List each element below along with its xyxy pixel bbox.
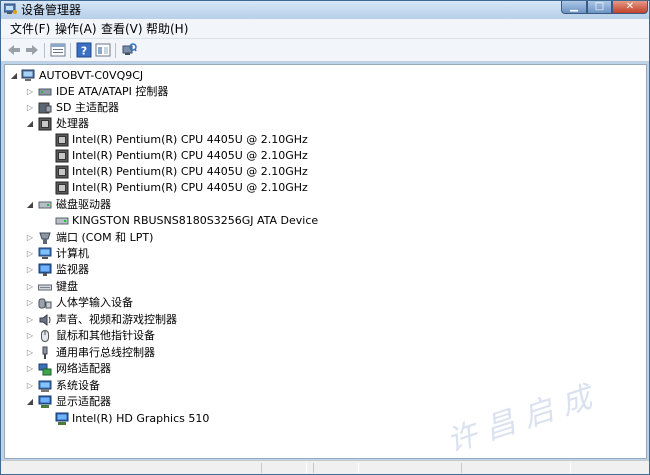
tree-device-label: Intel(R) Pentium(R) CPU 4405U @ 2.10GHz xyxy=(72,133,308,146)
title-bar[interactable]: 设备管理器 ▁ □ ✕ xyxy=(1,1,649,19)
tree-device-label: Intel(R) HD Graphics 510 xyxy=(72,412,210,425)
tree-device-label: Intel(R) Pentium(R) CPU 4405U @ 2.10GHz xyxy=(72,149,308,162)
tree-category-label: 系统设备 xyxy=(56,379,100,392)
tree-root-label: AUTOBVT-C0VQ9CJ xyxy=(39,69,144,82)
collapsed-arrow-icon[interactable]: ▷ xyxy=(25,84,35,100)
processor-icon xyxy=(55,133,69,147)
expanded-arrow-icon[interactable]: ◢ xyxy=(25,197,35,213)
processor-icon xyxy=(38,117,52,131)
menu-view[interactable]: 查看(V) xyxy=(101,22,143,36)
system-device-icon xyxy=(38,380,52,392)
properties-icon[interactable] xyxy=(50,42,66,58)
forward-arrow-icon[interactable] xyxy=(24,42,40,58)
collapsed-arrow-icon[interactable]: ▷ xyxy=(25,295,35,311)
network-adapter-icon xyxy=(38,363,52,376)
processor-icon xyxy=(55,165,69,179)
menu-file[interactable]: 文件(F) xyxy=(10,22,50,36)
collapsed-arrow-icon[interactable]: ▷ xyxy=(25,378,35,394)
tree-category-label: 网络适配器 xyxy=(56,362,111,375)
ide-controller-icon xyxy=(38,88,52,96)
computer-icon xyxy=(38,247,52,259)
scan-hardware-icon[interactable] xyxy=(121,42,137,58)
tree-category-label: 人体学输入设备 xyxy=(56,296,133,309)
collapsed-arrow-icon[interactable]: ▷ xyxy=(25,345,35,361)
display-adapter-icon xyxy=(55,412,69,425)
menu-help[interactable]: 帮助(H) xyxy=(146,22,188,36)
processor-icon xyxy=(55,181,69,195)
status-panel xyxy=(461,463,571,473)
tree-category-label: 端口 (COM 和 LPT) xyxy=(56,231,154,244)
expanded-arrow-icon[interactable]: ◢ xyxy=(25,394,35,410)
tree-category-label: 声音、视频和游戏控制器 xyxy=(56,313,177,326)
collapsed-arrow-icon[interactable]: ▷ xyxy=(25,262,35,278)
keyboard-icon xyxy=(38,284,52,291)
monitor-icon xyxy=(38,263,52,276)
device-manager-app-icon xyxy=(4,3,17,14)
tree-category-label: 显示适配器 xyxy=(56,395,111,408)
collapsed-arrow-icon[interactable]: ▷ xyxy=(25,361,35,377)
collapsed-arrow-icon[interactable]: ▷ xyxy=(25,279,35,295)
tree-category-label: 键盘 xyxy=(56,280,78,293)
processor-icon xyxy=(55,149,69,163)
tree-category-label: 监视器 xyxy=(56,263,89,276)
toolbar-separator xyxy=(70,43,71,58)
collapsed-arrow-icon[interactable]: ▷ xyxy=(25,312,35,328)
help-icon[interactable]: ? xyxy=(76,42,92,58)
display-adapter-icon xyxy=(38,395,52,408)
watermark-text: 许昌启成 xyxy=(442,376,606,459)
sd-adapter-icon xyxy=(38,102,52,114)
menu-action[interactable]: 操作(A) xyxy=(55,22,97,36)
tree-category-label: 鼠标和其他指针设备 xyxy=(56,329,155,342)
collapsed-arrow-icon[interactable]: ▷ xyxy=(25,328,35,344)
tree-category-label: 计算机 xyxy=(56,247,89,260)
tree-device-label: KINGSTON RBUSNS8180S3256GJ ATA Device xyxy=(72,214,319,227)
device-manager-window: 设备管理器 ▁ □ ✕ 文件(F) 操作(A) 查看(V) 帮助(H) ? ◢ … xyxy=(0,0,650,475)
status-panel xyxy=(261,463,307,473)
expanded-arrow-icon[interactable]: ◢ xyxy=(9,68,19,84)
toolbar-separator xyxy=(115,43,116,58)
computer-root-icon xyxy=(21,69,35,81)
sound-icon xyxy=(39,314,51,326)
status-bar xyxy=(1,460,649,474)
tree-device-label: Intel(R) Pentium(R) CPU 4405U @ 2.10GHz xyxy=(72,165,308,178)
minimize-button[interactable]: ▁ xyxy=(561,1,587,14)
tree-category-label: SD 主适配器 xyxy=(56,101,119,114)
device-tree[interactable]: ◢ AUTOBVT-C0VQ9CJ ▷ IDE ATA/ATAPI 控制器 ▷ xyxy=(4,64,647,459)
tree-device-label: Intel(R) Pentium(R) CPU 4405U @ 2.10GHz xyxy=(72,181,308,194)
collapsed-arrow-icon[interactable]: ▷ xyxy=(25,246,35,262)
toolbar-separator xyxy=(44,43,45,58)
window-title: 设备管理器 xyxy=(21,3,82,17)
maximize-button[interactable]: □ xyxy=(587,1,612,14)
tree-category-label: 通用串行总线控制器 xyxy=(56,346,155,359)
mouse-icon xyxy=(41,330,49,342)
hid-icon xyxy=(38,298,52,309)
collapsed-arrow-icon[interactable]: ▷ xyxy=(25,230,35,246)
back-arrow-icon[interactable] xyxy=(6,42,22,58)
tree-category-label: IDE ATA/ATAPI 控制器 xyxy=(56,85,169,98)
port-icon xyxy=(39,232,51,244)
usb-icon xyxy=(42,346,48,359)
status-panel xyxy=(313,463,359,473)
collapsed-arrow-icon[interactable]: ▷ xyxy=(25,100,35,116)
toolbar: ? xyxy=(1,39,649,62)
device-view-icon[interactable] xyxy=(95,42,111,58)
svg-text:?: ? xyxy=(81,45,87,58)
menu-bar: 文件(F) 操作(A) 查看(V) 帮助(H) xyxy=(1,19,649,39)
close-button[interactable]: ✕ xyxy=(612,1,648,14)
expanded-arrow-icon[interactable]: ◢ xyxy=(25,116,35,132)
disk-drive-icon xyxy=(38,201,52,209)
disk-drive-icon xyxy=(55,217,69,225)
tree-category-label: 处理器 xyxy=(56,117,89,130)
tree-category-label: 磁盘驱动器 xyxy=(56,198,111,211)
